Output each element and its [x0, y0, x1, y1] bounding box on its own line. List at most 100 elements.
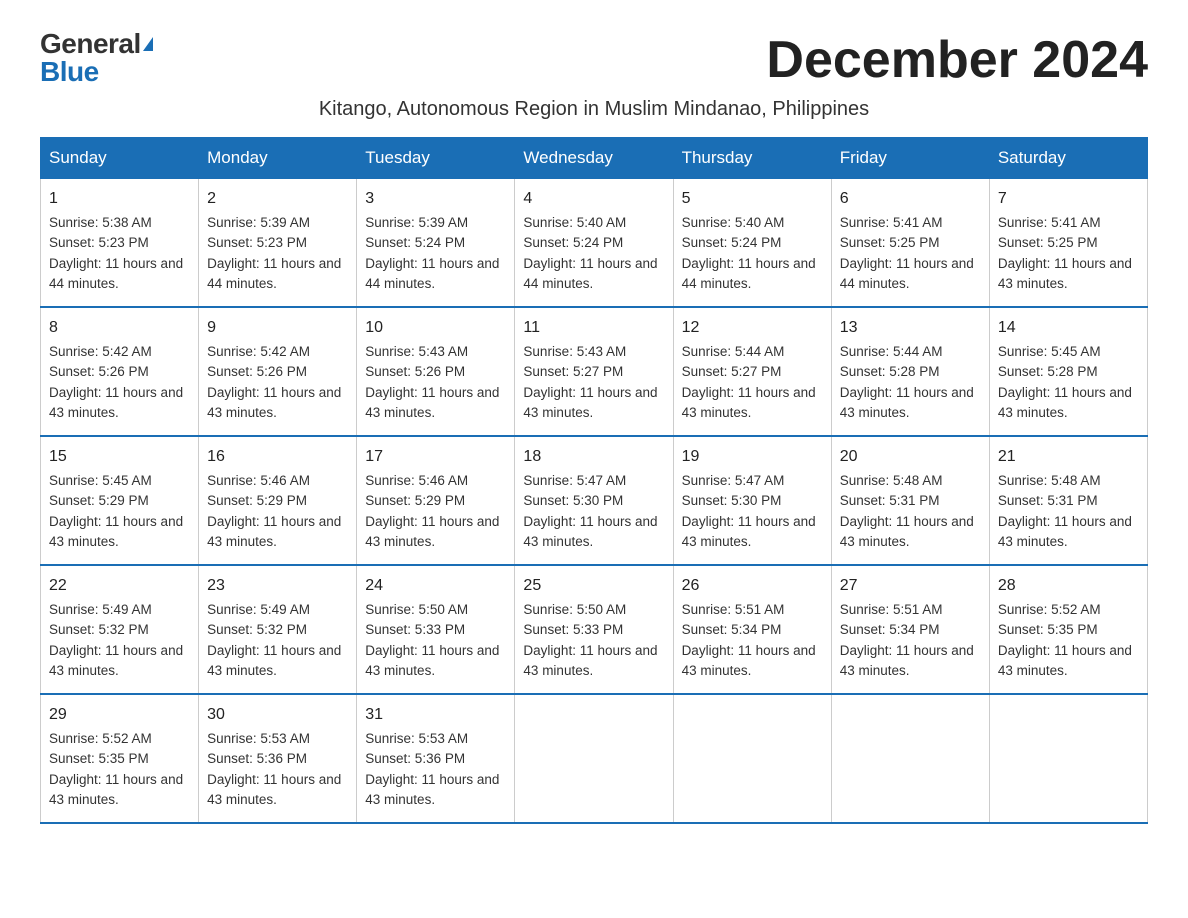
day-info: Sunrise: 5:52 AMSunset: 5:35 PMDaylight:… — [49, 731, 183, 807]
calendar-cell: 22 Sunrise: 5:49 AMSunset: 5:32 PMDayligh… — [41, 565, 199, 694]
calendar-cell: 23 Sunrise: 5:49 AMSunset: 5:32 PMDayligh… — [199, 565, 357, 694]
header-saturday: Saturday — [989, 138, 1147, 179]
day-number: 8 — [49, 316, 190, 340]
day-number: 15 — [49, 445, 190, 469]
day-info: Sunrise: 5:46 AMSunset: 5:29 PMDaylight:… — [365, 473, 499, 549]
day-number: 26 — [682, 574, 823, 598]
day-info: Sunrise: 5:46 AMSunset: 5:29 PMDaylight:… — [207, 473, 341, 549]
day-info: Sunrise: 5:51 AMSunset: 5:34 PMDaylight:… — [840, 602, 974, 678]
week-row-2: 8 Sunrise: 5:42 AMSunset: 5:26 PMDaylight… — [41, 307, 1148, 436]
day-number: 30 — [207, 703, 348, 727]
day-number: 18 — [523, 445, 664, 469]
day-number: 22 — [49, 574, 190, 598]
calendar-cell: 29 Sunrise: 5:52 AMSunset: 5:35 PMDayligh… — [41, 694, 199, 823]
calendar-cell: 10Sunrise: 5:43 AMSunset: 5:26 PMDayligh… — [357, 307, 515, 436]
day-number: 25 — [523, 574, 664, 598]
header-monday: Monday — [199, 138, 357, 179]
day-info: Sunrise: 5:47 AMSunset: 5:30 PMDaylight:… — [523, 473, 657, 549]
calendar-cell: 11 Sunrise: 5:43 AMSunset: 5:27 PMDayligh… — [515, 307, 673, 436]
day-info: Sunrise: 5:48 AMSunset: 5:31 PMDaylight:… — [998, 473, 1132, 549]
calendar-cell: 17 Sunrise: 5:46 AMSunset: 5:29 PMDayligh… — [357, 436, 515, 565]
day-number: 16 — [207, 445, 348, 469]
day-info: Sunrise: 5:40 AMSunset: 5:24 PMDaylight:… — [523, 215, 657, 291]
calendar-cell: 20Sunrise: 5:48 AMSunset: 5:31 PMDayligh… — [831, 436, 989, 565]
day-info: Sunrise: 5:41 AMSunset: 5:25 PMDaylight:… — [998, 215, 1132, 291]
day-number: 14 — [998, 316, 1139, 340]
day-number: 13 — [840, 316, 981, 340]
header-tuesday: Tuesday — [357, 138, 515, 179]
calendar-cell: 19 Sunrise: 5:47 AMSunset: 5:30 PMDayligh… — [673, 436, 831, 565]
day-number: 10 — [365, 316, 506, 340]
calendar-cell: 14Sunrise: 5:45 AMSunset: 5:28 PMDayligh… — [989, 307, 1147, 436]
day-info: Sunrise: 5:45 AMSunset: 5:29 PMDaylight:… — [49, 473, 183, 549]
week-row-4: 22 Sunrise: 5:49 AMSunset: 5:32 PMDayligh… — [41, 565, 1148, 694]
day-info: Sunrise: 5:39 AMSunset: 5:24 PMDaylight:… — [365, 215, 499, 291]
day-number: 21 — [998, 445, 1139, 469]
calendar-cell: 2Sunrise: 5:39 AMSunset: 5:23 PMDaylight… — [199, 179, 357, 308]
calendar-cell: 5Sunrise: 5:40 AMSunset: 5:24 PMDaylight… — [673, 179, 831, 308]
day-info: Sunrise: 5:47 AMSunset: 5:30 PMDaylight:… — [682, 473, 816, 549]
calendar-cell: 9Sunrise: 5:42 AMSunset: 5:26 PMDaylight… — [199, 307, 357, 436]
calendar-cell: 24Sunrise: 5:50 AMSunset: 5:33 PMDayligh… — [357, 565, 515, 694]
day-info: Sunrise: 5:38 AMSunset: 5:23 PMDaylight:… — [49, 215, 183, 291]
day-info: Sunrise: 5:41 AMSunset: 5:25 PMDaylight:… — [840, 215, 974, 291]
calendar-cell: 8 Sunrise: 5:42 AMSunset: 5:26 PMDaylight… — [41, 307, 199, 436]
week-row-3: 15 Sunrise: 5:45 AMSunset: 5:29 PMDayligh… — [41, 436, 1148, 565]
day-info: Sunrise: 5:44 AMSunset: 5:27 PMDaylight:… — [682, 344, 816, 420]
calendar-cell: 21 Sunrise: 5:48 AMSunset: 5:31 PMDayligh… — [989, 436, 1147, 565]
day-number: 11 — [523, 316, 664, 340]
calendar-cell — [831, 694, 989, 823]
calendar-cell: 13Sunrise: 5:44 AMSunset: 5:28 PMDayligh… — [831, 307, 989, 436]
logo-blue-text: Blue — [40, 58, 153, 86]
day-number: 17 — [365, 445, 506, 469]
week-row-1: 1 Sunrise: 5:38 AMSunset: 5:23 PMDaylight… — [41, 179, 1148, 308]
calendar-cell: 30 Sunrise: 5:53 AMSunset: 5:36 PMDayligh… — [199, 694, 357, 823]
header-friday: Friday — [831, 138, 989, 179]
day-number: 31 — [365, 703, 506, 727]
calendar-cell: 12 Sunrise: 5:44 AMSunset: 5:27 PMDayligh… — [673, 307, 831, 436]
calendar-cell — [515, 694, 673, 823]
calendar-cell: 6 Sunrise: 5:41 AMSunset: 5:25 PMDaylight… — [831, 179, 989, 308]
day-info: Sunrise: 5:53 AMSunset: 5:36 PMDaylight:… — [207, 731, 341, 807]
week-row-5: 29 Sunrise: 5:52 AMSunset: 5:35 PMDayligh… — [41, 694, 1148, 823]
page-title: December 2024 — [766, 30, 1148, 90]
day-number: 12 — [682, 316, 823, 340]
day-number: 19 — [682, 445, 823, 469]
logo-general-text: General — [40, 30, 141, 58]
calendar-cell: 26 Sunrise: 5:51 AMSunset: 5:34 PMDayligh… — [673, 565, 831, 694]
day-info: Sunrise: 5:53 AMSunset: 5:36 PMDaylight:… — [365, 731, 499, 807]
day-info: Sunrise: 5:39 AMSunset: 5:23 PMDaylight:… — [207, 215, 341, 291]
day-number: 1 — [49, 187, 190, 211]
day-number: 6 — [840, 187, 981, 211]
day-number: 27 — [840, 574, 981, 598]
header-sunday: Sunday — [41, 138, 199, 179]
day-info: Sunrise: 5:49 AMSunset: 5:32 PMDaylight:… — [49, 602, 183, 678]
day-number: 3 — [365, 187, 506, 211]
header: General Blue December 2024 — [40, 30, 1148, 90]
calendar-cell: 7 Sunrise: 5:41 AMSunset: 5:25 PMDaylight… — [989, 179, 1147, 308]
day-info: Sunrise: 5:43 AMSunset: 5:27 PMDaylight:… — [523, 344, 657, 420]
day-info: Sunrise: 5:48 AMSunset: 5:31 PMDaylight:… — [840, 473, 974, 549]
day-number: 4 — [523, 187, 664, 211]
day-info: Sunrise: 5:49 AMSunset: 5:32 PMDaylight:… — [207, 602, 341, 678]
day-number: 28 — [998, 574, 1139, 598]
subtitle: Kitango, Autonomous Region in Muslim Min… — [40, 98, 1148, 121]
day-number: 23 — [207, 574, 348, 598]
day-info: Sunrise: 5:51 AMSunset: 5:34 PMDaylight:… — [682, 602, 816, 678]
day-number: 9 — [207, 316, 348, 340]
calendar-cell: 18 Sunrise: 5:47 AMSunset: 5:30 PMDayligh… — [515, 436, 673, 565]
calendar-cell — [673, 694, 831, 823]
header-wednesday: Wednesday — [515, 138, 673, 179]
calendar-cell: 4 Sunrise: 5:40 AMSunset: 5:24 PMDaylight… — [515, 179, 673, 308]
calendar-cell: 15 Sunrise: 5:45 AMSunset: 5:29 PMDayligh… — [41, 436, 199, 565]
day-info: Sunrise: 5:42 AMSunset: 5:26 PMDaylight:… — [49, 344, 183, 420]
day-number: 5 — [682, 187, 823, 211]
day-number: 29 — [49, 703, 190, 727]
calendar-cell: 28Sunrise: 5:52 AMSunset: 5:35 PMDayligh… — [989, 565, 1147, 694]
day-number: 7 — [998, 187, 1139, 211]
day-info: Sunrise: 5:50 AMSunset: 5:33 PMDaylight:… — [365, 602, 499, 678]
calendar-table: SundayMondayTuesdayWednesdayThursdayFrid… — [40, 137, 1148, 824]
calendar-header-row: SundayMondayTuesdayWednesdayThursdayFrid… — [41, 138, 1148, 179]
calendar-cell: 1 Sunrise: 5:38 AMSunset: 5:23 PMDaylight… — [41, 179, 199, 308]
calendar-cell: 3 Sunrise: 5:39 AMSunset: 5:24 PMDaylight… — [357, 179, 515, 308]
